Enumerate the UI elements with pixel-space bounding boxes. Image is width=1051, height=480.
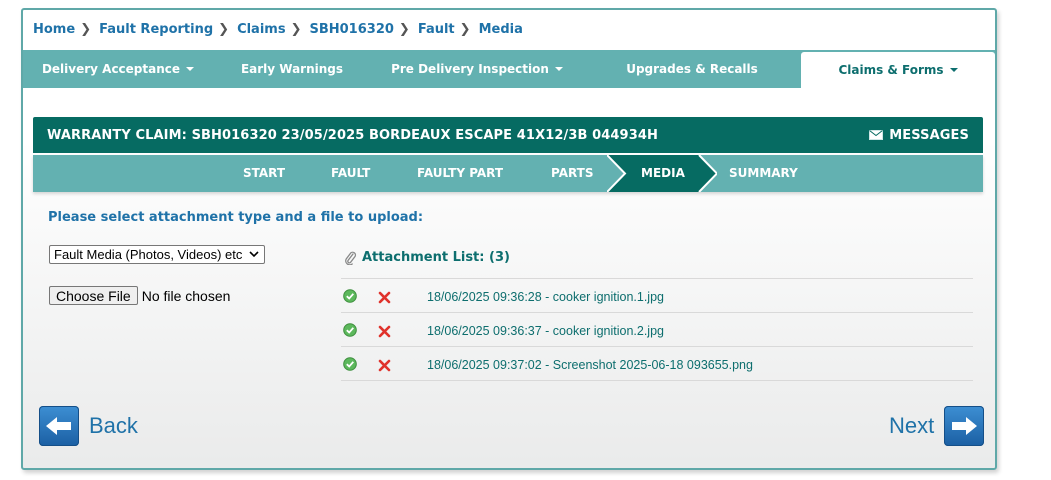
breadcrumb: Home ❯ Fault Reporting ❯ Claims ❯ SBH016… <box>23 10 995 48</box>
nav-label: Delivery Acceptance <box>41 62 181 76</box>
claim-title: WARRANTY CLAIM: SBH016320 23/05/2025 BOR… <box>47 127 658 143</box>
paperclip-icon <box>345 251 357 265</box>
check-circle-icon[interactable] <box>343 323 357 337</box>
next-label: Next <box>889 413 935 438</box>
breadcrumb-claim-id[interactable]: SBH016320 <box>309 22 393 37</box>
delete-x-icon[interactable] <box>378 291 391 304</box>
step-parts[interactable]: PARTS <box>551 155 594 192</box>
check-circle-icon[interactable] <box>343 357 357 371</box>
delete-x-icon[interactable] <box>378 325 391 338</box>
caret-down-icon <box>949 68 958 72</box>
choose-file-button[interactable]: Choose File <box>49 286 138 305</box>
upload-instruction: Please select attachment type and a file… <box>48 210 424 225</box>
breadcrumb-home[interactable]: Home <box>33 22 75 37</box>
chevron-right-icon: ❯ <box>290 21 302 37</box>
nav-label: Claims & Forms <box>838 63 944 77</box>
next-button[interactable]: Next <box>889 406 985 446</box>
nav-label: Early Warnings <box>240 62 344 76</box>
nav-delivery-acceptance[interactable]: Delivery Acceptance <box>23 50 213 88</box>
chevron-right-icon: ❯ <box>218 21 230 37</box>
check-circle-icon[interactable] <box>343 289 357 303</box>
envelope-icon <box>869 130 884 140</box>
attachment-row: 18/06/2025 09:36:37 - cooker ignition.2.… <box>341 312 973 346</box>
attachment-row: 18/06/2025 09:36:28 - cooker ignition.1.… <box>341 278 973 312</box>
nav-label: Upgrades & Recalls <box>626 62 758 76</box>
back-label: Back <box>89 413 138 438</box>
attachment-link[interactable]: 18/06/2025 09:36:28 - cooker ignition.1.… <box>427 290 664 304</box>
messages-button[interactable]: MESSAGES <box>869 128 969 143</box>
attachment-link[interactable]: 18/06/2025 09:37:02 - Screenshot 2025-06… <box>427 358 753 372</box>
claim-header: WARRANTY CLAIM: SBH016320 23/05/2025 BOR… <box>33 117 983 153</box>
breadcrumb-fault-reporting[interactable]: Fault Reporting <box>99 22 213 37</box>
no-file-text: No file chosen <box>141 287 231 304</box>
step-summary[interactable]: SUMMARY <box>729 155 798 192</box>
arrow-right-icon <box>944 406 985 446</box>
breadcrumb-media: Media <box>478 21 523 37</box>
chevron-down-icon <box>248 249 260 261</box>
messages-label: MESSAGES <box>889 127 969 143</box>
nav-early-warnings[interactable]: Early Warnings <box>213 50 371 88</box>
step-media[interactable]: MEDIA <box>607 155 717 192</box>
chevron-right-icon: ❯ <box>459 21 471 37</box>
breadcrumb-fault[interactable]: Fault <box>418 22 455 37</box>
chevron-right-icon: ❯ <box>398 21 410 37</box>
main-panel: Home ❯ Fault Reporting ❯ Claims ❯ SBH016… <box>21 8 997 470</box>
wizard-steps: START FAULT FAULTY PART PARTS MEDIA SUMM… <box>33 155 983 192</box>
nav-claims-forms[interactable]: Claims & Forms <box>801 52 995 88</box>
attachment-type-select[interactable]: Fault Media (Photos, Videos) etc <box>49 245 265 264</box>
attachment-list-header: Attachment List: (3) <box>344 250 510 265</box>
attachment-row: 18/06/2025 09:37:02 - Screenshot 2025-06… <box>341 346 973 381</box>
step-fault[interactable]: FAULT <box>331 155 370 192</box>
main-nav: Delivery Acceptance Early Warnings Pre D… <box>23 50 995 88</box>
caret-down-icon <box>186 67 195 71</box>
step-start[interactable]: START <box>243 155 285 192</box>
nav-label: Pre Delivery Inspection <box>391 62 549 76</box>
attachment-list-title: Attachment List: (3) <box>362 250 510 265</box>
nav-pre-delivery-inspection[interactable]: Pre Delivery Inspection <box>371 50 583 88</box>
chevron-right-icon: ❯ <box>80 21 92 37</box>
arrow-left-icon <box>39 406 79 446</box>
attachment-link[interactable]: 18/06/2025 09:36:37 - cooker ignition.2.… <box>427 324 664 338</box>
caret-down-icon <box>554 67 563 71</box>
file-input: Choose File No file chosen <box>49 286 230 305</box>
back-button[interactable]: Back <box>39 406 138 446</box>
attachment-type-value: Fault Media (Photos, Videos) etc <box>54 247 243 262</box>
attachment-list: 18/06/2025 09:36:28 - cooker ignition.1.… <box>341 278 973 381</box>
breadcrumb-claims[interactable]: Claims <box>237 22 286 37</box>
step-media-label: MEDIA <box>641 166 685 180</box>
step-faulty-part[interactable]: FAULTY PART <box>417 155 503 192</box>
nav-upgrades-recalls[interactable]: Upgrades & Recalls <box>583 50 801 88</box>
delete-x-icon[interactable] <box>378 359 391 372</box>
